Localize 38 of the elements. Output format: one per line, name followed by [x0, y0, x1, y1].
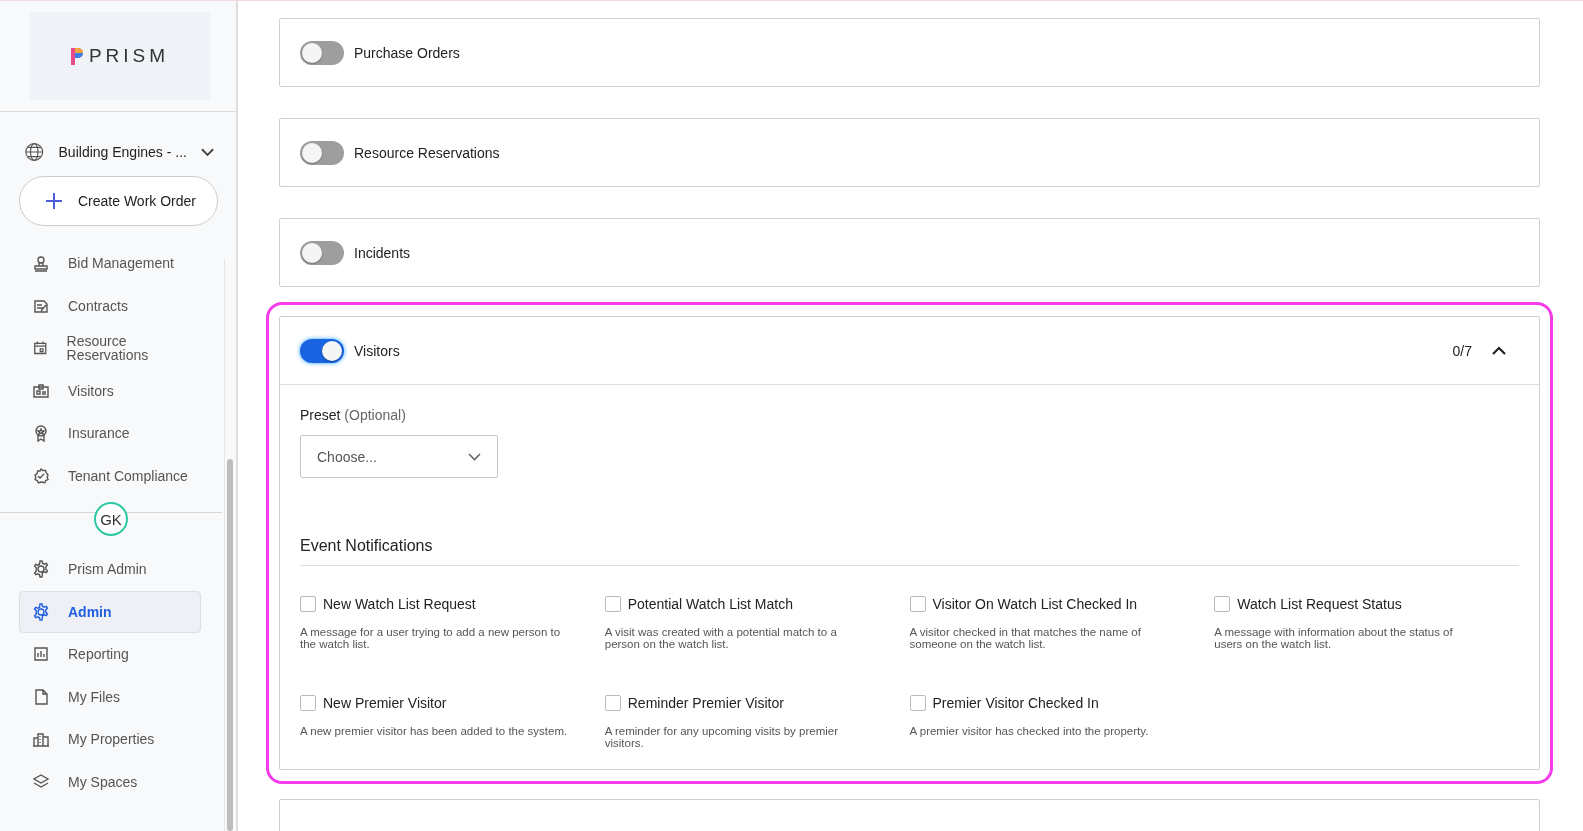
- user-avatar[interactable]: GK: [94, 502, 128, 536]
- notification-description: A premier visitor has checked into the property.: [909, 725, 1150, 737]
- nav-item[interactable]: My Spaces: [19, 760, 201, 803]
- preset-select[interactable]: Choose...: [300, 435, 498, 478]
- notification-description: A message with information about the status of users on the watch list.: [1214, 626, 1454, 650]
- field-label: Preset (Optional): [300, 407, 407, 423]
- nav-item[interactable]: Reporting: [19, 633, 201, 676]
- module-label: Visitors: [354, 342, 400, 359]
- create-work-order-button[interactable]: Create Work Order: [19, 176, 218, 226]
- module-label: Resource Reservations: [354, 144, 500, 161]
- nav-item[interactable]: Visitors: [19, 369, 201, 412]
- checkbox-label: Visitor On Watch List Checked In: [932, 596, 1138, 612]
- checkbox-label: Premier Visitor Checked In: [932, 695, 1099, 711]
- nav-item[interactable]: Prism Admin: [19, 548, 201, 591]
- nav-item[interactable]: Tenant Compliance: [19, 454, 201, 497]
- notification-description: A message for a user trying to add a new person to the watch list.: [300, 626, 562, 650]
- section-title: Event Notifications: [300, 537, 1519, 566]
- nav-item[interactable]: Admin: [19, 590, 201, 633]
- nav-item[interactable]: My Properties: [19, 718, 201, 761]
- logo: PRISM: [30, 12, 210, 100]
- nav-item[interactable]: Contracts: [19, 284, 201, 327]
- property-selector[interactable]: Building Engines - ...: [24, 140, 214, 164]
- module-label: Incidents: [354, 244, 411, 261]
- checkbox-label: Potential Watch List Match: [627, 596, 793, 612]
- notification-description: A reminder for any upcoming visits by premier visitors.: [604, 725, 840, 749]
- notification-description: A visit was created with a potential match to a person on the watch list.: [604, 626, 838, 650]
- checkbox-label: New Watch List Request: [323, 596, 476, 612]
- checkbox-label: Watch List Request Status: [1237, 596, 1402, 612]
- notification-description: A visitor checked in that matches the name of someone on the watch list.: [909, 626, 1142, 650]
- selection-count: 0/7: [1452, 342, 1472, 359]
- module-label: Purchase Orders: [354, 44, 460, 61]
- checkbox-label: New Premier Visitor: [323, 695, 447, 711]
- nav-item[interactable]: Resource Reservations: [19, 327, 201, 370]
- checkbox-label: Reminder Premier Visitor: [627, 695, 784, 711]
- notification-description: A new premier visitor has been added to the system.: [300, 725, 568, 737]
- nav-item[interactable]: My Files: [19, 675, 201, 718]
- nav-item[interactable]: Insurance: [19, 412, 201, 455]
- nav-item[interactable]: Bid Management: [19, 242, 201, 285]
